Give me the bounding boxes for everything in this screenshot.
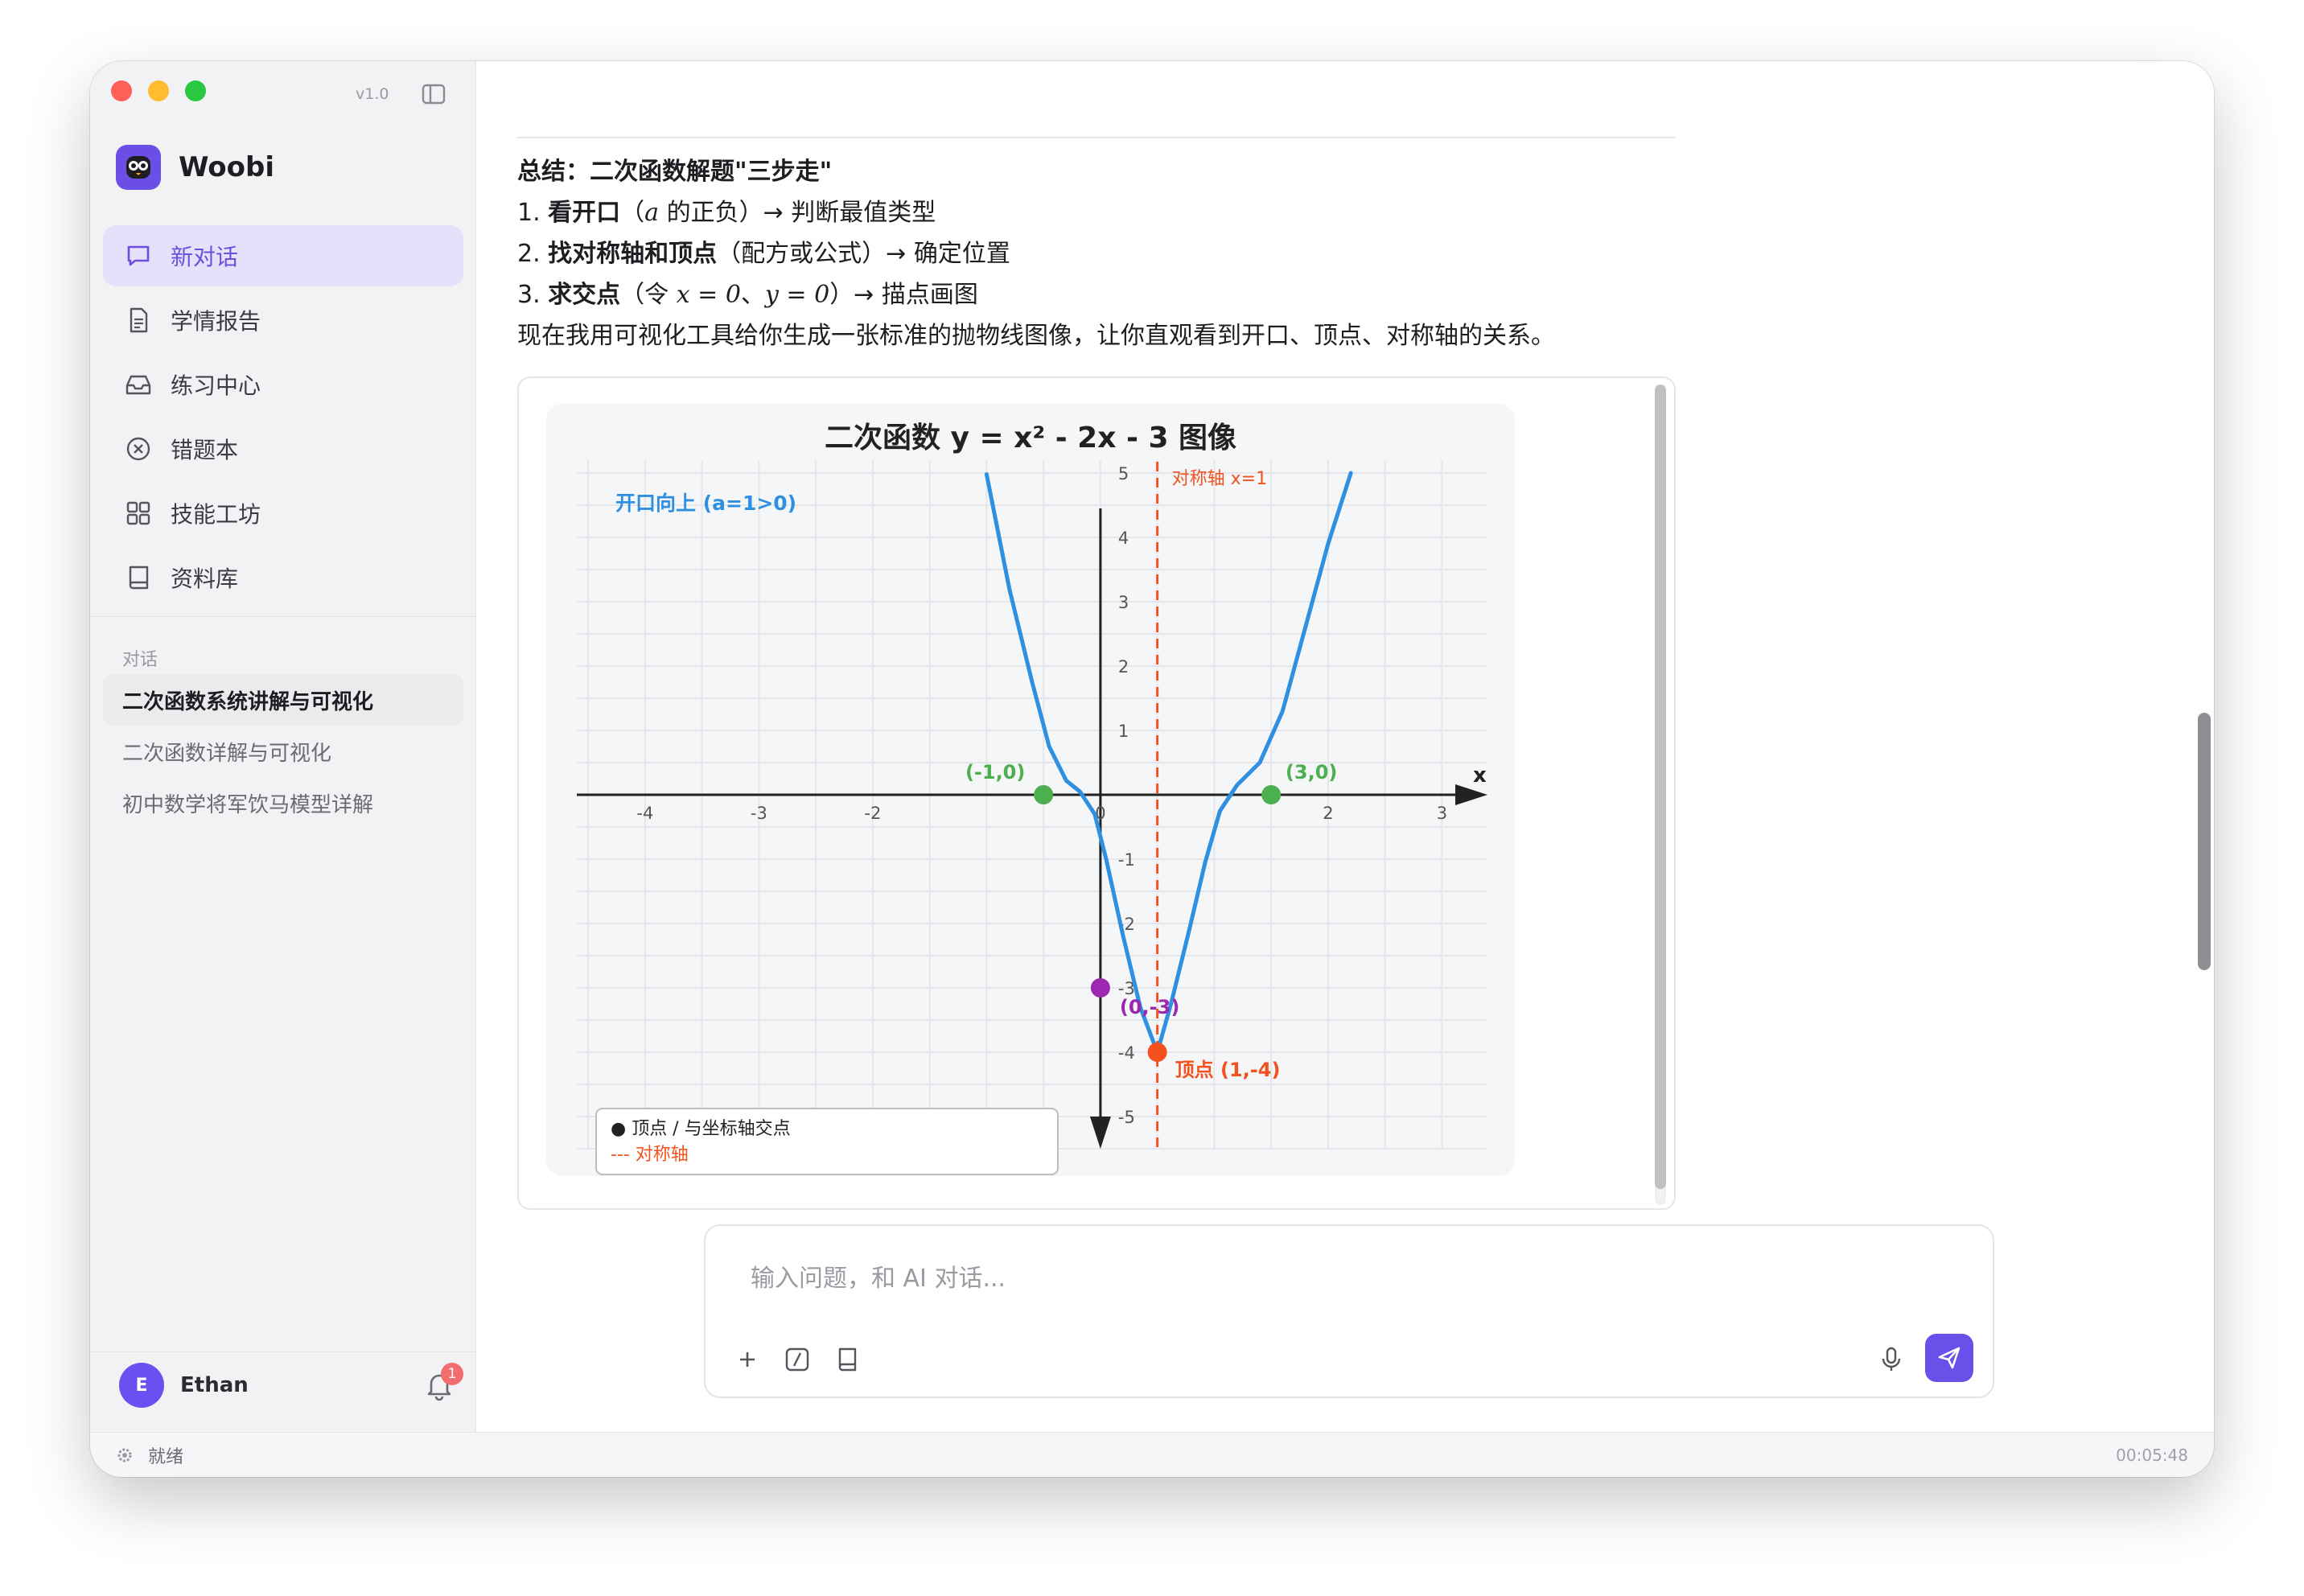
status-bar: 就绪 00:05:48	[90, 1432, 2214, 1477]
sidebar-footer-divider	[90, 1351, 476, 1352]
step-item: 2. 找对称轴和顶点（配方或公式）→ 确定位置	[517, 240, 1010, 268]
step-item: 1. 看开口（a 的正负）→ 判断最值类型	[517, 199, 936, 227]
y-tick-label: 3	[1118, 593, 1129, 612]
x-tick-label: -4	[636, 804, 653, 823]
legend-item: --- 对称轴	[611, 1145, 689, 1165]
nav-new-chat[interactable]: 新对话	[103, 225, 463, 286]
send-icon	[1938, 1347, 1960, 1369]
legend-item: ● 顶点 / 与坐标轴交点	[611, 1119, 791, 1139]
sidebar: v1.0 Woobi 新对话 学情报告 练习中心 错题本 技能工坊 资料库 对话…	[90, 61, 476, 1432]
nav-report[interactable]: 学情报告	[103, 290, 463, 351]
nav-label: 技能工坊	[171, 501, 261, 528]
minimize-window-button[interactable]	[148, 80, 169, 101]
nav-mistakes[interactable]: 错题本	[103, 418, 463, 479]
sidebar-divider	[90, 616, 476, 617]
version-label: v1.0	[356, 85, 389, 103]
conversations-heading: 对话	[122, 650, 158, 670]
key-point-marker	[1034, 785, 1054, 804]
nav-skills[interactable]: 技能工坊	[103, 483, 463, 544]
parabola-chart: x-4-3-2023454321-1-2-3-4-5对称轴 x=1二次函数 y …	[577, 422, 1487, 1175]
axis-of-symmetry-label: 对称轴 x=1	[1172, 469, 1267, 489]
nav-label: 练习中心	[171, 372, 261, 399]
grid-icon	[126, 501, 150, 525]
notifications-button[interactable]: 1	[423, 1363, 463, 1401]
chat-bubble-icon	[127, 245, 150, 266]
close-window-button[interactable]	[111, 80, 132, 101]
y-tick-label: -5	[1118, 1108, 1135, 1127]
closing-text: 现在我用可视化工具给你生成一张标准的抛物线图像，让你直观看到开口、顶点、对称轴的…	[517, 322, 1555, 350]
x-tick-label: -3	[751, 804, 767, 823]
avatar: E	[119, 1363, 164, 1408]
summary-title: 总结：二次函数解题"三步走"	[517, 158, 833, 186]
slash-command-icon[interactable]	[783, 1345, 812, 1374]
assistant-message: 总结：二次函数解题"三步走" 1. 看开口（a 的正负）→ 判断最值类型 2. …	[517, 151, 1676, 356]
conversation-item[interactable]: 初中数学将军饮马模型详解	[103, 777, 463, 829]
key-point-label: (3,0)	[1286, 761, 1337, 784]
nav-label: 资料库	[171, 566, 239, 592]
y-tick-label: 1	[1118, 722, 1129, 741]
status-time: 00:05:48	[2116, 1445, 2188, 1465]
inbox-icon	[125, 375, 151, 395]
window-controls	[111, 80, 206, 101]
chart-card-scrollbar-thumb[interactable]	[1655, 385, 1666, 1189]
y-tick-label: -1	[1118, 850, 1135, 870]
conversation-item[interactable]: 二次函数详解与可视化	[103, 726, 463, 777]
key-point-marker	[1090, 978, 1110, 998]
notification-badge: 1	[441, 1363, 463, 1385]
opening-label: 开口向上 (a=1>0)	[615, 492, 796, 515]
user-name: Ethan	[180, 1373, 249, 1397]
microphone-icon[interactable]	[1877, 1345, 1906, 1374]
app-window: v1.0 Woobi 新对话 学情报告 练习中心 错题本 技能工坊 资料库 对话…	[90, 61, 2214, 1477]
chat-input[interactable]	[751, 1258, 1877, 1298]
book-icon	[129, 566, 149, 590]
y-tick-label: 2	[1118, 657, 1129, 677]
y-tick-label: -4	[1118, 1043, 1135, 1063]
y-tick-label: 5	[1118, 464, 1129, 483]
x-circle-icon	[126, 437, 150, 461]
chat-main: 总结：二次函数解题"三步走" 1. 看开口（a 的正负）→ 判断最值类型 2. …	[477, 61, 2214, 1432]
key-point-marker	[1147, 1043, 1167, 1062]
chart-card: x-4-3-2023454321-1-2-3-4-5对称轴 x=1二次函数 y …	[517, 376, 1676, 1210]
plus-icon[interactable]	[733, 1345, 762, 1374]
key-point-label: (-1,0)	[965, 761, 1025, 784]
document-icon	[130, 307, 148, 333]
nav-library[interactable]: 资料库	[103, 547, 463, 608]
x-axis-label: x	[1473, 763, 1487, 788]
x-tick-label: 2	[1323, 804, 1333, 823]
message-divider	[517, 137, 1676, 138]
step-item: 3. 求交点（令 x = 0、y = 0）→ 描点画图	[517, 281, 978, 309]
x-tick-label: -2	[864, 804, 881, 823]
key-point-label: (0,-3)	[1120, 996, 1179, 1018]
nav-label: 错题本	[171, 437, 239, 463]
book-icon[interactable]	[833, 1345, 862, 1374]
sidebar-toggle-icon[interactable]	[422, 84, 446, 105]
key-point-label: 顶点 (1,-4)	[1175, 1059, 1281, 1081]
y-axis-arrow	[1089, 1117, 1111, 1149]
composer	[704, 1224, 1994, 1398]
owl-logo-icon	[116, 145, 161, 190]
status-text: 就绪	[148, 1446, 184, 1467]
brand-name: Woobi	[179, 151, 274, 183]
gear-icon	[117, 1448, 132, 1462]
conversation-list: 二次函数系统讲解与可视化 二次函数详解与可视化 初中数学将军饮马模型详解	[103, 674, 463, 829]
y-tick-label: 4	[1118, 529, 1129, 548]
nav-practice[interactable]: 练习中心	[103, 354, 463, 415]
nav-label: 学情报告	[171, 308, 261, 335]
brand: Woobi	[116, 145, 274, 190]
maximize-window-button[interactable]	[185, 80, 206, 101]
key-point-marker	[1261, 785, 1282, 804]
chart-title: 二次函数 y = x² - 2x - 3 图像	[825, 422, 1236, 455]
conversation-item[interactable]: 二次函数系统讲解与可视化	[103, 674, 463, 726]
send-button[interactable]	[1925, 1334, 1973, 1382]
nav-label: 新对话	[171, 244, 239, 270]
main-nav: 新对话 学情报告 练习中心 错题本 技能工坊 资料库	[103, 225, 463, 611]
user-profile[interactable]: E Ethan	[119, 1363, 249, 1408]
x-tick-label: 3	[1437, 804, 1447, 823]
main-scrollbar[interactable]	[2198, 713, 2211, 970]
